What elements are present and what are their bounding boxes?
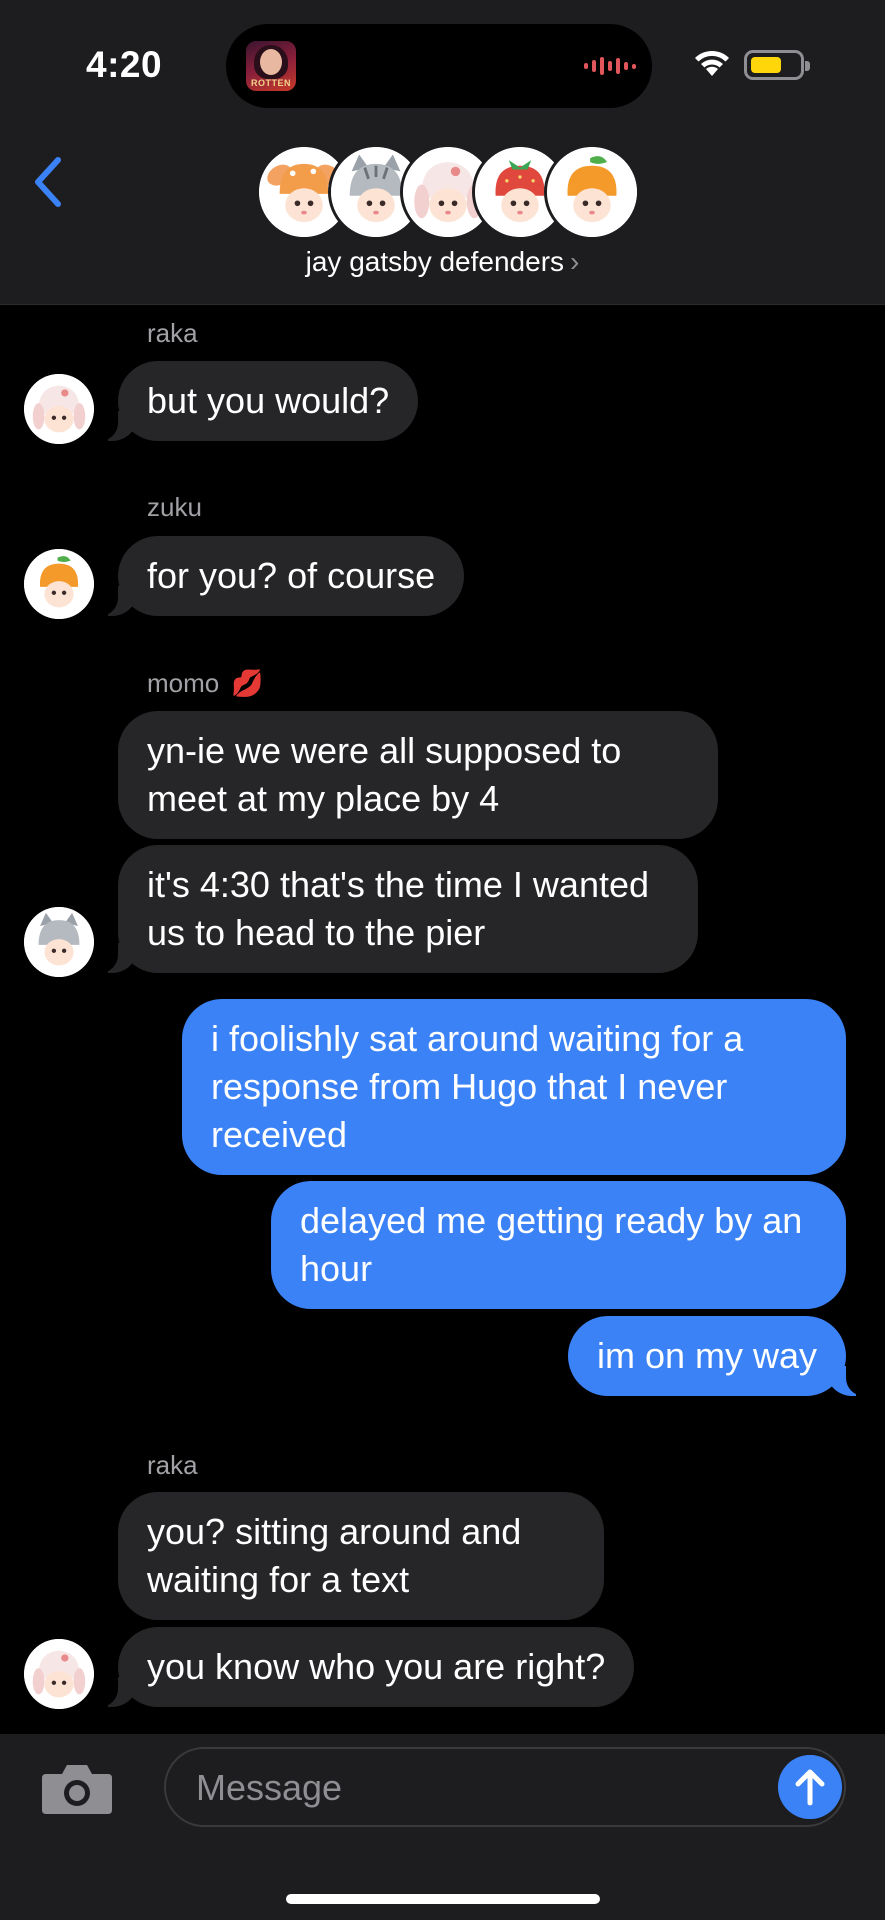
artwork-title: ROTTEN (251, 78, 291, 88)
incoming-message-bubble[interactable]: for you? of course (95, 536, 465, 616)
wifi-icon (695, 50, 729, 76)
sender-name: raka (147, 318, 198, 348)
now-playing-artwork: ROTTEN (246, 41, 296, 91)
message-input[interactable] (196, 1759, 736, 1817)
group-name-button[interactable]: jay gatsby defenders › (0, 246, 885, 278)
group-name: jay gatsby defenders (305, 246, 565, 277)
battery-icon (744, 50, 810, 80)
sender-name: raka (147, 1450, 198, 1480)
bunny-doll-avatar[interactable] (24, 1639, 94, 1709)
sender-name: momo 💋 (147, 668, 264, 699)
outgoing-message-bubble[interactable]: i foolishly sat around waiting for a res… (182, 999, 846, 1175)
incoming-message-bubble[interactable]: you know who you are right? (95, 1627, 635, 1707)
message-text: you know who you are right? (147, 1646, 606, 1687)
home-indicator[interactable] (286, 1894, 600, 1904)
message-text: for you? of course (147, 555, 436, 596)
incoming-message-bubble[interactable]: it's 4:30 that's the time I wanted us to… (96, 845, 698, 973)
message-text: it's 4:30 that's the time I wanted us to… (147, 864, 650, 953)
chevron-right-icon: › (570, 246, 580, 277)
outgoing-message-bubble[interactable]: im on my way (567, 1316, 869, 1396)
kiss-icon: 💋 (231, 668, 264, 698)
message-text: yn-ie we were all supposed to meet at my… (147, 730, 622, 819)
orange-doll-avatar (544, 144, 640, 240)
conversation-header: jay gatsby defenders › (0, 130, 885, 305)
message-text: i foolishly sat around waiting for a res… (211, 1018, 744, 1155)
outgoing-message-bubble[interactable]: delayed me getting ready by an hour (271, 1181, 846, 1309)
message-text: you? sitting around and waiting for a te… (147, 1511, 522, 1600)
dynamic-island[interactable]: ROTTEN (226, 24, 652, 108)
back-button[interactable] (24, 150, 74, 214)
cat-doll-avatar[interactable] (24, 907, 94, 977)
status-bar: 4:20 ROTTEN (0, 0, 885, 130)
send-button[interactable] (778, 1755, 842, 1819)
message-field[interactable] (164, 1747, 846, 1827)
sender-name: zuku (147, 492, 202, 522)
group-avatars[interactable] (256, 144, 640, 240)
status-time: 4:20 (86, 44, 163, 85)
message-text: delayed me getting ready by an hour (300, 1200, 803, 1289)
message-text: im on my way (596, 1335, 817, 1376)
camera-icon[interactable] (40, 1760, 114, 1816)
bunny-doll-avatar[interactable] (24, 374, 94, 444)
incoming-message-bubble[interactable]: you? sitting around and waiting for a te… (118, 1492, 604, 1620)
orange-doll-avatar[interactable] (24, 549, 94, 619)
sender-label: momo (147, 668, 220, 698)
compose-bar (0, 1734, 885, 1920)
incoming-message-bubble[interactable]: but you would? (95, 361, 419, 441)
message-text: but you would? (147, 380, 390, 421)
incoming-message-bubble[interactable]: yn-ie we were all supposed to meet at my… (118, 711, 718, 839)
audio-waveform-icon (584, 56, 636, 76)
